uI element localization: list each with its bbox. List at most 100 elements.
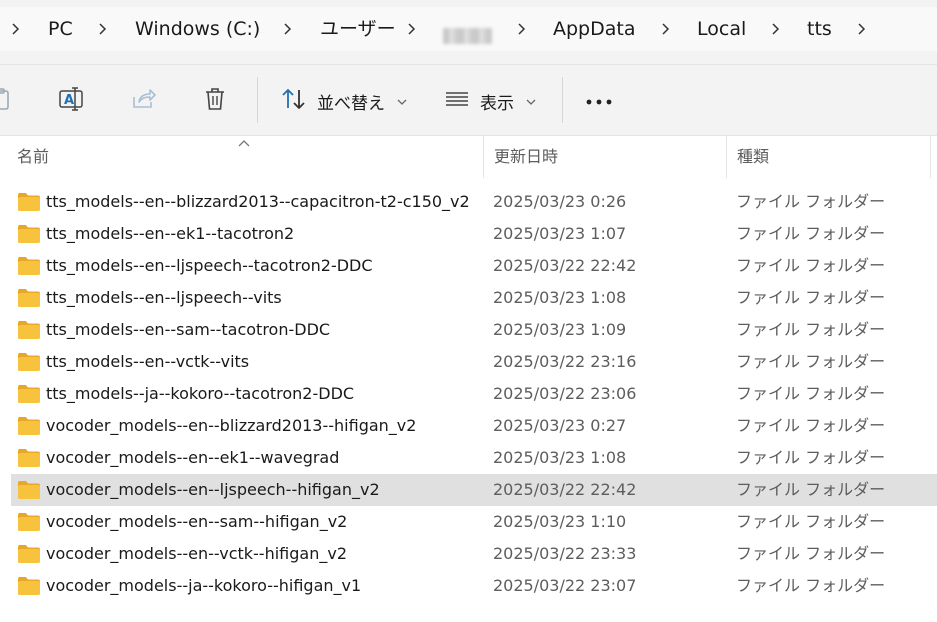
delete-button[interactable]	[203, 79, 227, 123]
folder-icon	[17, 480, 41, 500]
column-header: 名前 更新日時 種類	[0, 136, 937, 178]
folder-icon	[17, 544, 41, 564]
folder-icon	[17, 352, 41, 372]
file-name: vocoder_models--en--sam--hifigan_v2	[46, 512, 348, 531]
breadcrumb-item-drive[interactable]: Windows (C:)	[135, 7, 260, 51]
file-date: 2025/03/23 1:08	[493, 288, 627, 307]
chevron-right-icon[interactable]	[12, 23, 20, 35]
share-icon	[131, 87, 157, 116]
file-type: ファイル フォルダー	[736, 512, 886, 531]
folder-icon	[17, 288, 41, 308]
column-type[interactable]: 種類	[737, 136, 769, 178]
redacted-username[interactable]	[443, 28, 492, 44]
file-row[interactable]: tts_models--en--ljspeech--tacotron2-DDC 2…	[11, 250, 937, 282]
file-name: tts_models--en--ljspeech--vits	[46, 288, 282, 307]
file-name: tts_models--ja--kokoro--tacotron2-DDC	[46, 384, 355, 403]
chevron-right-icon[interactable]	[662, 23, 670, 35]
file-row[interactable]: vocoder_models--en--ljspeech--hifigan_v2…	[11, 474, 937, 506]
folder-icon	[17, 512, 41, 532]
breadcrumb: PC Windows (C:) ユーザー AppData Local tts	[0, 7, 937, 51]
file-name: vocoder_models--en--ek1--wavegrad	[46, 448, 340, 467]
file-name: tts_models--en--sam--tacotron-DDC	[46, 320, 331, 339]
file-name: tts_models--en--vctk--vits	[46, 352, 250, 371]
file-date: 2025/03/22 23:33	[493, 544, 637, 563]
file-row[interactable]: vocoder_models--ja--kokoro--hifigan_v1 20…	[11, 570, 937, 602]
file-type: ファイル フォルダー	[736, 448, 886, 467]
more-icon	[585, 91, 613, 111]
svg-text:A: A	[64, 93, 74, 108]
more-options-button[interactable]	[585, 79, 613, 123]
file-name: vocoder_models--en--ljspeech--hifigan_v2	[46, 480, 380, 499]
file-row[interactable]: tts_models--ja--kokoro--tacotron2-DDC 202…	[11, 378, 937, 410]
sort-icon	[281, 87, 307, 116]
rename-icon: A	[58, 86, 86, 117]
file-row[interactable]: vocoder_models--en--blizzard2013--hifiga…	[11, 410, 937, 442]
chevron-right-icon[interactable]	[858, 23, 866, 35]
file-type: ファイル フォルダー	[736, 192, 886, 211]
file-row[interactable]: tts_models--en--vctk--vits 2025/03/22 23:…	[11, 346, 937, 378]
paste-button[interactable]	[0, 79, 12, 123]
file-name: tts_models--en--ek1--tacotron2	[46, 224, 295, 243]
file-date: 2025/03/23 0:26	[493, 192, 627, 211]
file-row[interactable]: tts_models--en--blizzard2013--capacitron…	[11, 186, 937, 218]
delete-icon	[203, 86, 227, 117]
chevron-down-icon	[526, 95, 536, 108]
view-button[interactable]: 表示	[444, 79, 536, 123]
chevron-down-icon	[397, 95, 407, 108]
rename-button[interactable]: A	[58, 79, 86, 123]
breadcrumb-item-users[interactable]: ユーザー	[320, 7, 396, 51]
file-type: ファイル フォルダー	[736, 416, 886, 435]
column-name[interactable]: 名前	[17, 136, 49, 178]
chevron-right-icon[interactable]	[772, 23, 780, 35]
breadcrumb-item-local[interactable]: Local	[697, 7, 746, 51]
file-type: ファイル フォルダー	[736, 384, 886, 403]
file-date: 2025/03/23 1:10	[493, 512, 627, 531]
view-label: 表示	[480, 93, 514, 114]
file-date: 2025/03/22 22:42	[493, 480, 637, 499]
file-date: 2025/03/23 1:07	[493, 224, 627, 243]
sort-ascending-icon	[238, 136, 250, 150]
breadcrumb-item-pc[interactable]: PC	[48, 7, 73, 51]
folder-icon	[17, 448, 41, 468]
file-name: tts_models--en--ljspeech--tacotron2-DDC	[46, 256, 373, 275]
file-date: 2025/03/23 0:27	[493, 416, 627, 435]
file-row[interactable]: tts_models--en--ek1--tacotron2 2025/03/23…	[11, 218, 937, 250]
file-row[interactable]: vocoder_models--en--sam--hifigan_v2 2025/…	[11, 506, 937, 538]
view-icon	[444, 89, 470, 114]
folder-icon	[17, 320, 41, 340]
file-date: 2025/03/22 23:07	[493, 576, 637, 595]
file-date: 2025/03/22 23:06	[493, 384, 637, 403]
column-divider[interactable]	[483, 136, 484, 178]
file-date: 2025/03/23 1:09	[493, 320, 627, 339]
file-date: 2025/03/23 1:08	[493, 448, 627, 467]
chevron-right-icon[interactable]	[99, 23, 107, 35]
file-row[interactable]: vocoder_models--en--vctk--hifigan_v2 2025…	[11, 538, 937, 570]
file-type: ファイル フォルダー	[736, 352, 886, 371]
file-date: 2025/03/22 23:16	[493, 352, 637, 371]
file-type: ファイル フォルダー	[736, 224, 886, 243]
folder-icon	[17, 416, 41, 436]
chevron-right-icon[interactable]	[284, 23, 292, 35]
sort-button[interactable]: 並べ替え	[281, 79, 407, 123]
breadcrumb-item-appdata[interactable]: AppData	[553, 7, 636, 51]
file-type: ファイル フォルダー	[736, 288, 886, 307]
file-row[interactable]: vocoder_models--en--ek1--wavegrad 2025/03…	[11, 442, 937, 474]
column-divider[interactable]	[930, 136, 931, 178]
file-name: tts_models--en--blizzard2013--capacitron…	[46, 192, 470, 211]
breadcrumb-item-tts[interactable]: tts	[807, 7, 832, 51]
file-row[interactable]: tts_models--en--ljspeech--vits 2025/03/23…	[11, 282, 937, 314]
chevron-right-icon[interactable]	[518, 23, 526, 35]
folder-icon	[17, 256, 41, 276]
command-bar: A 並べ替え 表示	[0, 65, 937, 136]
share-button[interactable]	[131, 79, 157, 123]
column-date[interactable]: 更新日時	[494, 136, 558, 178]
chevron-right-icon[interactable]	[408, 23, 416, 35]
file-type: ファイル フォルダー	[736, 576, 886, 595]
file-name: vocoder_models--en--blizzard2013--hifiga…	[46, 416, 417, 435]
file-row[interactable]: tts_models--en--sam--tacotron-DDC 2025/03…	[11, 314, 937, 346]
file-type: ファイル フォルダー	[736, 256, 886, 275]
column-divider[interactable]	[726, 136, 727, 178]
folder-icon	[17, 576, 41, 596]
file-name: vocoder_models--en--vctk--hifigan_v2	[46, 544, 347, 563]
folder-icon	[17, 384, 41, 404]
